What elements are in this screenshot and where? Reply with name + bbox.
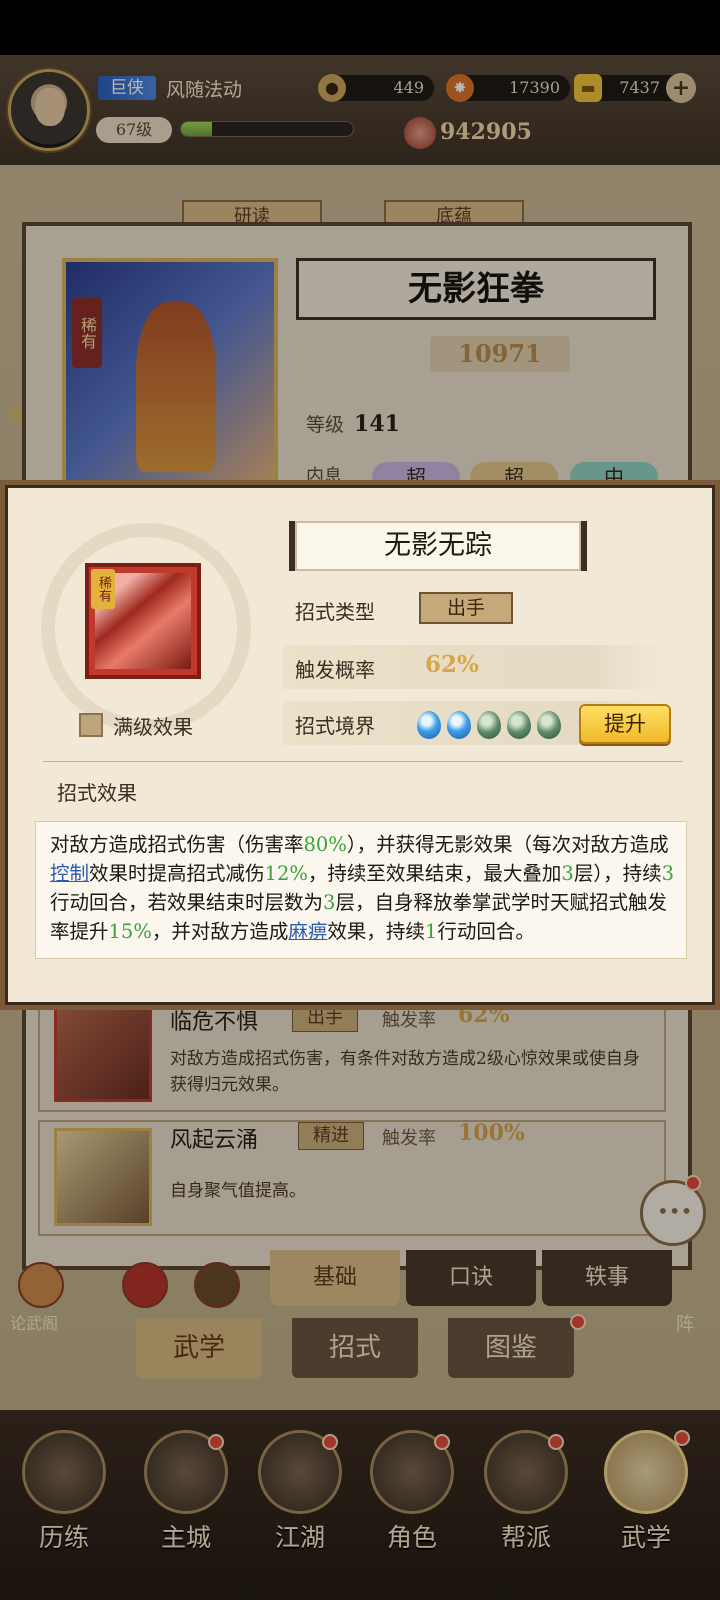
move-desc: 对敌方造成招式伤害，有条件对敌方造成2级心惊效果或使自身获得归元效果。	[170, 1049, 640, 1095]
nav-jianghu[interactable]: 江湖	[250, 1430, 346, 1590]
move-thumb	[54, 1004, 152, 1102]
martial-title: 无影狂拳	[296, 258, 656, 320]
rare-tag: 稀有	[72, 298, 102, 368]
status-bar	[0, 0, 720, 55]
avatar[interactable]	[8, 69, 90, 151]
tab-anecdote[interactable]: 轶事	[542, 1250, 672, 1306]
coin-value: 449	[393, 78, 424, 97]
skill-icon: 稀有	[85, 563, 201, 679]
coin-icon: ●	[318, 74, 346, 102]
nav-main-city[interactable]: 主城	[136, 1430, 232, 1590]
sword-skill-icon[interactable]	[122, 1262, 168, 1308]
skill-detail-popup: 稀有 满级效果 无影无踪 招式类型 出手 触发概率 62% 招式境界 提升 招式…	[0, 480, 720, 1010]
power-value: 942905	[440, 119, 532, 145]
move-name: 风起云涌	[170, 1128, 259, 1153]
nav-label: 历练	[38, 1523, 89, 1552]
nav-character[interactable]: 角色	[362, 1430, 458, 1590]
rate-label: 触发概率	[295, 658, 375, 682]
nav-training[interactable]: 历练	[14, 1430, 110, 1590]
gold-value: 7437	[619, 78, 660, 97]
tab-martial[interactable]: 武学	[136, 1318, 262, 1378]
realm-label: 招式境界	[295, 714, 375, 738]
gold-ingot-icon: ▬	[574, 74, 602, 102]
max-level-label: 满级效果	[113, 715, 193, 739]
chat-bubble-icon[interactable]	[640, 1175, 706, 1246]
level-label: 等级	[306, 414, 345, 436]
tab-moves[interactable]: 招式	[292, 1318, 418, 1378]
gem-value: 17390	[509, 78, 560, 97]
power-icon	[404, 117, 436, 149]
keyword-link-paralysis[interactable]: 麻痹	[288, 920, 327, 943]
player-header: 巨侠 风随法动 67级 ● 449 ✸ 17390 ▬ 7437 + 94290…	[0, 55, 720, 165]
nav-label: 武学	[620, 1523, 671, 1552]
exp-bar	[180, 121, 354, 137]
combat-power: 942905	[404, 117, 532, 149]
skill-type-row: 招式类型 出手	[283, 587, 665, 631]
move-rate-label: 触发率	[382, 1128, 436, 1149]
lunwuge-label: 论武阁	[10, 1314, 59, 1333]
move-card-2[interactable]: 风起云涌 精进 触发率 100% 自身聚气值提高。	[38, 1120, 666, 1236]
player-name: 风随法动	[166, 79, 243, 101]
rank-badge: 巨侠	[98, 76, 156, 100]
effect-heading: 招式效果	[57, 781, 137, 805]
notification-dot	[434, 1434, 450, 1450]
training-icon	[22, 1430, 106, 1514]
gem-counter: ✸ 17390	[446, 74, 570, 102]
tab-codex[interactable]: 图鉴	[448, 1318, 574, 1378]
effect-text: 对敌方造成招式伤害（伤害率80%），并获得无影效果（每次对敌方造成控制效果时提高…	[50, 833, 674, 943]
move-thumb	[54, 1128, 152, 1226]
tab-mantra[interactable]: 口诀	[406, 1250, 536, 1306]
notification-dot	[570, 1314, 586, 1330]
nav-guild[interactable]: 帮派	[476, 1430, 572, 1590]
realm-level-icon	[507, 711, 531, 739]
keyword-link-control[interactable]: 控制	[50, 862, 89, 885]
realm-level-icon	[537, 711, 561, 739]
lunwuge-button[interactable]	[18, 1262, 64, 1308]
coin-counter: ● 449	[318, 74, 434, 102]
add-gold-button[interactable]: +	[666, 73, 696, 103]
skill-title: 无影无踪	[289, 521, 587, 571]
upgrade-button[interactable]: 提升	[579, 704, 671, 744]
martial-power: 10971	[430, 336, 570, 372]
move-rate: 100%	[458, 1120, 525, 1146]
tab-basic[interactable]: 基础	[270, 1250, 400, 1306]
martial-card-art: 稀有	[62, 258, 278, 490]
fighter-figure	[136, 302, 216, 472]
notification-dot	[685, 1175, 701, 1191]
nav-label: 江湖	[274, 1523, 325, 1552]
divider	[43, 761, 683, 762]
player-level: 67级	[96, 117, 172, 143]
notification-dot	[548, 1434, 564, 1450]
effect-box: 对敌方造成招式伤害（伤害率80%），并获得无影效果（每次对敌方造成控制效果时提高…	[35, 821, 687, 959]
move-card-1[interactable]: 临危不惧 出手 触发率 62% 对敌方造成招式伤害，有条件对敌方造成2级心惊效果…	[38, 996, 666, 1112]
level-value: 141	[354, 411, 400, 437]
formation-label: 阵	[676, 1314, 694, 1335]
notification-dot	[322, 1434, 338, 1450]
rate-value: 62%	[425, 651, 479, 678]
notification-dot	[208, 1434, 224, 1450]
realm-level-icon	[417, 711, 441, 739]
nav-label: 角色	[386, 1523, 437, 1552]
skill-rare-tag: 稀有	[91, 569, 115, 609]
nav-label: 主城	[160, 1523, 211, 1552]
move-desc: 自身聚气值提高。	[170, 1181, 306, 1201]
move-type: 精进	[298, 1122, 364, 1150]
realm-level-icon	[447, 711, 471, 739]
martial-level: 等级 141	[306, 410, 400, 437]
gem-icon: ✸	[446, 74, 474, 102]
nav-label: 帮派	[500, 1523, 551, 1552]
max-level-checkbox[interactable]	[79, 713, 103, 737]
blade-skill-icon[interactable]	[194, 1262, 240, 1308]
type-chip: 出手	[419, 592, 513, 624]
type-label: 招式类型	[295, 600, 375, 624]
trigger-rate-row: 触发概率 62%	[283, 645, 665, 689]
realm-level-icon	[477, 711, 501, 739]
nav-martial-arts[interactable]: 武学	[596, 1430, 692, 1590]
realm-row: 招式境界 提升	[283, 701, 671, 745]
notification-dot	[674, 1430, 690, 1446]
exp-fill	[181, 122, 212, 136]
gold-counter: ▬ 7437 +	[574, 73, 696, 103]
